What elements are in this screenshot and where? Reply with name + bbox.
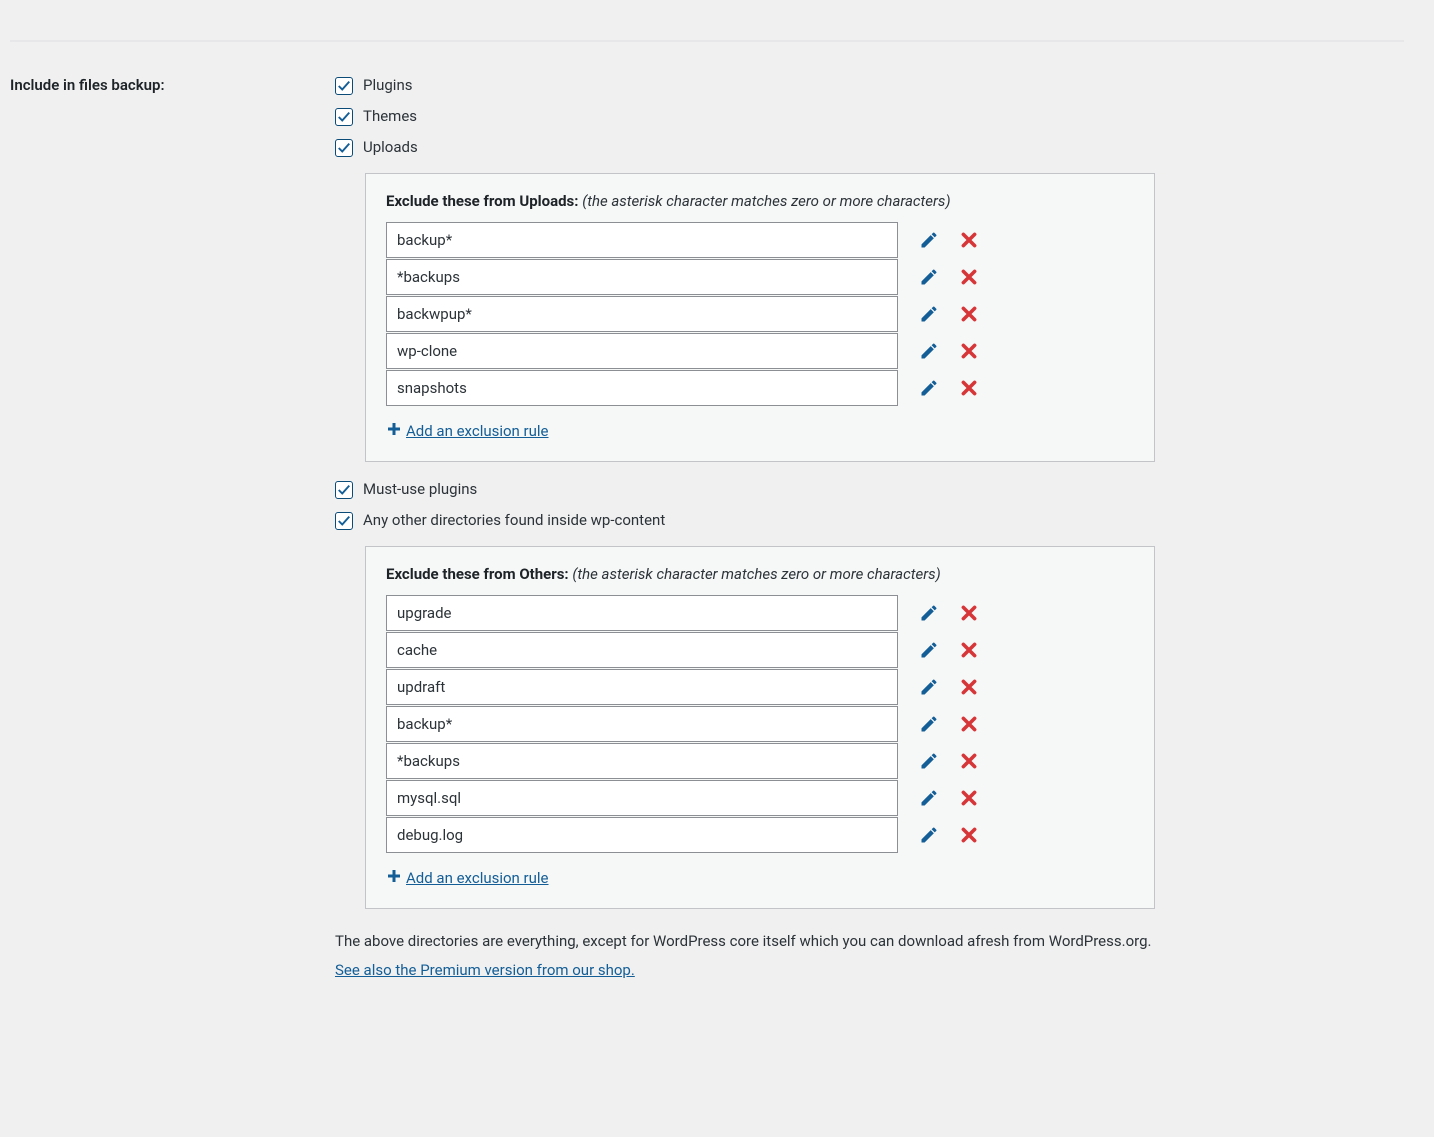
edit-icon[interactable] xyxy=(918,676,940,698)
checkbox-themes[interactable] xyxy=(335,108,353,126)
add-link-label: Add an exclusion rule xyxy=(406,422,549,440)
delete-icon[interactable] xyxy=(958,639,980,661)
add-exclusion-others[interactable]: Add an exclusion rule xyxy=(386,868,549,888)
setting-label: Include in files backup: xyxy=(10,72,335,94)
exclusion-rule: cache xyxy=(386,632,1134,668)
label-mu-plugins: Must-use plugins xyxy=(363,476,477,503)
edit-icon[interactable] xyxy=(918,377,940,399)
exclusion-rule: updraft xyxy=(386,669,1134,705)
delete-icon[interactable] xyxy=(958,266,980,288)
exclusion-rule: backup* xyxy=(386,706,1134,742)
section-divider xyxy=(10,40,1404,42)
check-icon xyxy=(337,483,351,497)
edit-icon[interactable] xyxy=(918,266,940,288)
edit-icon[interactable] xyxy=(918,787,940,809)
delete-icon[interactable] xyxy=(958,303,980,325)
setting-body: Plugins Themes Uploads Exclude these fro… xyxy=(335,72,1404,984)
include-files-backup-row: Include in files backup: Plugins Themes … xyxy=(10,72,1404,984)
edit-icon[interactable] xyxy=(918,340,940,362)
checkbox-plugins[interactable] xyxy=(335,77,353,95)
checkbox-uploads[interactable] xyxy=(335,139,353,157)
exclusion-rule-input[interactable]: updraft xyxy=(386,669,898,705)
premium-link[interactable]: See also the Premium version from our sh… xyxy=(335,961,635,979)
exclusion-rule: snapshots xyxy=(386,370,1134,406)
description-text: The above directories are everything, ex… xyxy=(335,927,1155,984)
label-plugins: Plugins xyxy=(363,72,412,99)
exclusion-rule: upgrade xyxy=(386,595,1134,631)
edit-icon[interactable] xyxy=(918,639,940,661)
delete-icon[interactable] xyxy=(958,229,980,251)
check-icon xyxy=(337,141,351,155)
exclusion-rule: debug.log xyxy=(386,817,1134,853)
plus-icon xyxy=(386,421,402,441)
delete-icon[interactable] xyxy=(958,824,980,846)
label-uploads: Uploads xyxy=(363,134,418,161)
label-themes: Themes xyxy=(363,103,417,130)
panel-heading-uploads: Exclude these from Uploads: (the asteris… xyxy=(386,192,1134,210)
exclusion-rule-input[interactable]: *backups xyxy=(386,259,898,295)
exclusion-rule-input[interactable]: backup* xyxy=(386,706,898,742)
exclusion-rule: mysql.sql xyxy=(386,780,1134,816)
edit-icon[interactable] xyxy=(918,713,940,735)
exclusion-rule: *backups xyxy=(386,743,1134,779)
delete-icon[interactable] xyxy=(958,602,980,624)
checkbox-mu-plugins[interactable] xyxy=(335,481,353,499)
delete-icon[interactable] xyxy=(958,340,980,362)
exclusion-rule-input[interactable]: cache xyxy=(386,632,898,668)
exclusion-rule-input[interactable]: debug.log xyxy=(386,817,898,853)
panel-heading-others: Exclude these from Others: (the asterisk… xyxy=(386,565,1134,583)
exclusion-rule: *backups xyxy=(386,259,1134,295)
exclusion-rule: backup* xyxy=(386,222,1134,258)
check-icon xyxy=(337,514,351,528)
edit-icon[interactable] xyxy=(918,750,940,772)
checkbox-others[interactable] xyxy=(335,512,353,530)
label-others: Any other directories found inside wp-co… xyxy=(363,507,665,534)
edit-icon[interactable] xyxy=(918,229,940,251)
add-link-label: Add an exclusion rule xyxy=(406,869,549,887)
check-icon xyxy=(337,79,351,93)
edit-icon[interactable] xyxy=(918,303,940,325)
panel-exclude-others: Exclude these from Others: (the asterisk… xyxy=(365,546,1155,909)
delete-icon[interactable] xyxy=(958,787,980,809)
delete-icon[interactable] xyxy=(958,713,980,735)
delete-icon[interactable] xyxy=(958,676,980,698)
plus-icon xyxy=(386,868,402,888)
exclusion-rule-input[interactable]: snapshots xyxy=(386,370,898,406)
panel-exclude-uploads: Exclude these from Uploads: (the asteris… xyxy=(365,173,1155,462)
exclusion-rule-input[interactable]: *backups xyxy=(386,743,898,779)
rules-others: upgradecacheupdraftbackup**backupsmysql.… xyxy=(386,595,1134,853)
delete-icon[interactable] xyxy=(958,377,980,399)
check-icon xyxy=(337,110,351,124)
edit-icon[interactable] xyxy=(918,602,940,624)
exclusion-rule-input[interactable]: mysql.sql xyxy=(386,780,898,816)
exclusion-rule: wp-clone xyxy=(386,333,1134,369)
rules-uploads: backup**backupsbackwpup*wp-clonesnapshot… xyxy=(386,222,1134,406)
edit-icon[interactable] xyxy=(918,824,940,846)
delete-icon[interactable] xyxy=(958,750,980,772)
exclusion-rule: backwpup* xyxy=(386,296,1134,332)
exclusion-rule-input[interactable]: upgrade xyxy=(386,595,898,631)
exclusion-rule-input[interactable]: backwpup* xyxy=(386,296,898,332)
add-exclusion-uploads[interactable]: Add an exclusion rule xyxy=(386,421,549,441)
exclusion-rule-input[interactable]: backup* xyxy=(386,222,898,258)
exclusion-rule-input[interactable]: wp-clone xyxy=(386,333,898,369)
